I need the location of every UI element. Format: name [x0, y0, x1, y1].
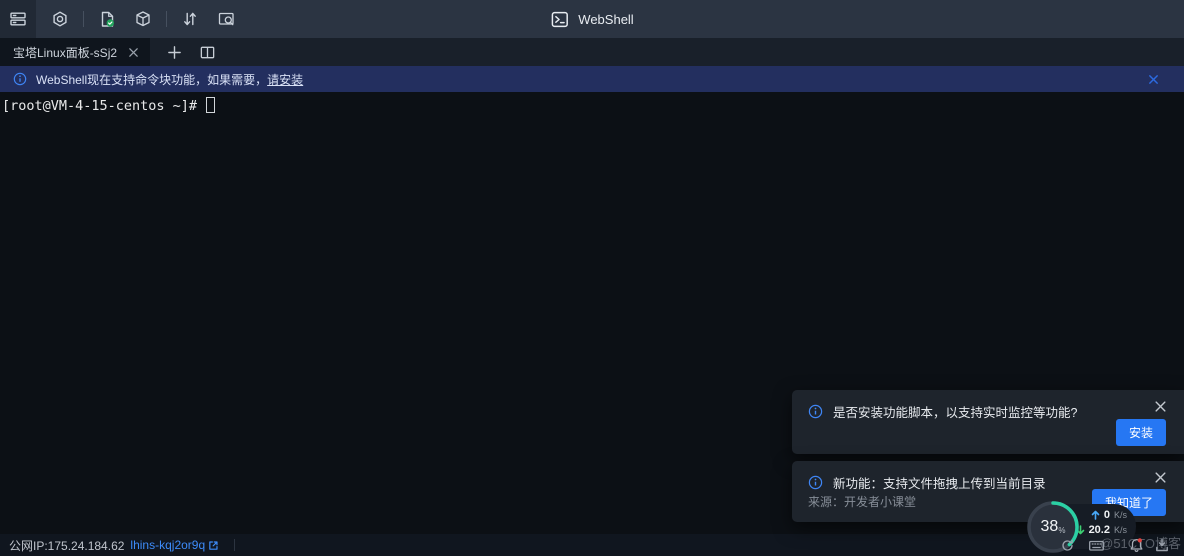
tab-bar: 宝塔Linux面板-sSj2: [0, 38, 1184, 66]
panel-icon[interactable]: [0, 0, 36, 38]
info-icon: [13, 72, 27, 86]
toast-install-script: 是否安装功能脚本，以支持实时监控等功能? 安装: [792, 390, 1184, 454]
toast-source: 来源：开发者小课堂: [808, 493, 916, 510]
terminal-icon: [550, 10, 569, 29]
tab-label: 宝塔Linux面板-sSj2: [13, 44, 117, 61]
bell-icon[interactable]: [1128, 537, 1145, 554]
package-icon[interactable]: [125, 0, 161, 38]
install-button[interactable]: 安装: [1116, 419, 1166, 446]
close-icon[interactable]: [1154, 471, 1167, 484]
toast-message: 新功能：支持文件拖拽上传到当前目录: [833, 473, 1046, 492]
settings-icon[interactable]: [42, 0, 78, 38]
banner-message: WebShell现在支持命令块功能，如果需要，请安装: [36, 71, 303, 88]
top-toolbar: WebShell: [0, 0, 1184, 38]
toast-header: 新功能：支持文件拖拽上传到当前目录: [792, 461, 1184, 492]
app-title: WebShell: [578, 12, 633, 27]
upload-value: 0: [1104, 509, 1110, 521]
sort-arrows-icon[interactable]: [172, 0, 208, 38]
instance-link[interactable]: lhins-kqj2or9q: [130, 538, 219, 552]
terminal-prompt: [root@VM-4-15-centos ~]#: [2, 98, 205, 114]
close-icon[interactable]: [1154, 400, 1167, 413]
webshell-banner: WebShell现在支持命令块功能，如果需要，请安装: [0, 66, 1184, 92]
toolbar-divider: [83, 11, 84, 27]
split-view-icon[interactable]: [199, 44, 216, 61]
public-ip-label: 公网IP:175.24.184.62: [9, 537, 124, 554]
tab-webshell-session[interactable]: 宝塔Linux面板-sSj2: [0, 38, 150, 66]
new-tab-icon[interactable]: [167, 45, 182, 60]
file-check-icon[interactable]: [89, 0, 125, 38]
banner-close-icon[interactable]: [1148, 66, 1159, 92]
upload-speed: 0 K/s: [1091, 509, 1127, 521]
toast-header: 是否安装功能脚本，以支持实时监控等功能?: [792, 390, 1184, 421]
app-title-area: WebShell: [550, 0, 633, 38]
upload-arrow-icon: [1091, 510, 1100, 520]
toast-message: 是否安装功能脚本，以支持实时监控等功能?: [833, 402, 1077, 421]
keyboard-icon[interactable]: [1088, 538, 1105, 553]
refresh-icon[interactable]: [1060, 538, 1075, 553]
bottom-status-bar: 公网IP:175.24.184.62 lhins-kqj2or9q: [0, 534, 1184, 556]
download-icon[interactable]: [1154, 537, 1170, 553]
window-search-icon[interactable]: [208, 0, 244, 38]
banner-install-link[interactable]: 请安装: [267, 73, 303, 87]
terminal-cursor: [206, 97, 215, 113]
tab-close-icon[interactable]: [128, 47, 139, 58]
speed-unit: K/s: [1114, 510, 1127, 520]
info-icon: [808, 404, 823, 419]
statusbar-divider: [234, 539, 235, 551]
info-icon: [808, 475, 823, 490]
tab-actions: [167, 38, 216, 66]
toolbar-divider: [166, 11, 167, 27]
external-link-icon: [208, 540, 219, 551]
